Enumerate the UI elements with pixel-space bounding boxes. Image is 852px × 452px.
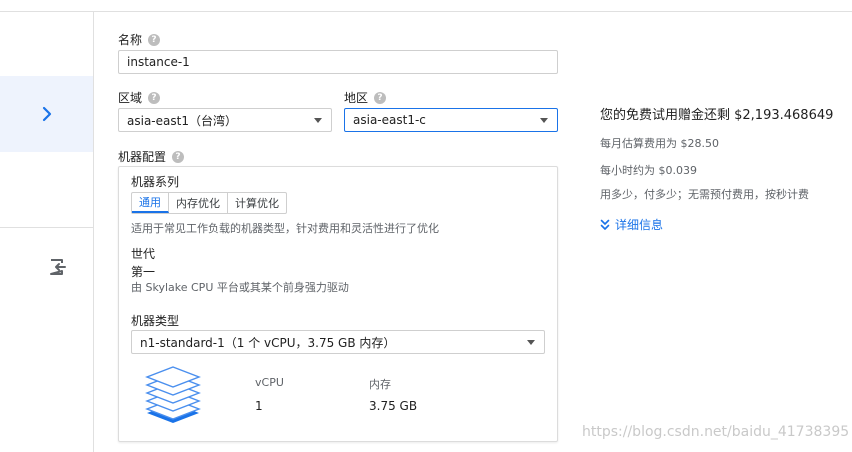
details-link[interactable]: 详细信息 <box>600 216 663 233</box>
memory-value: 3.75 GB <box>369 399 418 413</box>
machine-config-label-row: 机器配置 ? <box>118 148 185 165</box>
generation-label: 世代 <box>131 247 156 261</box>
generation-description: 由 Skylake CPU 平台或其某个前身强力驱动 <box>131 281 349 294</box>
chevron-right-icon <box>42 106 51 122</box>
zone-select[interactable]: asia-east1-c <box>344 108 558 132</box>
tab-compute-optimized[interactable]: 计算优化 <box>228 193 286 213</box>
machine-config-label: 机器配置 <box>118 150 167 164</box>
exit-button[interactable] <box>47 256 69 278</box>
expand-panel-button[interactable] <box>0 76 93 152</box>
top-divider <box>0 11 852 12</box>
machine-stack-icon <box>145 366 201 423</box>
machine-family-label: 机器系列 <box>131 175 180 189</box>
machine-type-label: 机器类型 <box>131 314 180 328</box>
help-icon[interactable]: ? <box>374 91 387 104</box>
name-input[interactable]: instance-1 <box>118 50 558 74</box>
vcpu-label: vCPU <box>255 376 284 389</box>
vcpu-value: 1 <box>255 399 263 413</box>
watermark: https://blog.csdn.net/baidu_41738395 <box>582 424 850 440</box>
region-select[interactable]: asia-east1（台湾） <box>118 108 332 132</box>
generation-value: 第一 <box>131 265 156 279</box>
help-icon[interactable]: ? <box>148 91 161 104</box>
double-chevron-down-icon <box>600 219 610 230</box>
region-label: 区域 <box>118 91 143 105</box>
zone-label: 地区 <box>344 91 369 105</box>
machine-type-value: n1-standard-1（1 个 vCPU，3.75 GB 内存） <box>140 335 396 350</box>
machine-config-card: 机器系列 通用 内存优化 计算优化 适用于常见工作负载的机器类型，针对费用和灵活… <box>118 166 558 442</box>
tab-memory-optimized[interactable]: 内存优化 <box>169 193 228 213</box>
dropdown-arrow-icon <box>527 340 535 345</box>
dropdown-arrow-icon <box>540 118 548 123</box>
exit-to-app-icon <box>50 259 66 275</box>
rail-divider <box>0 227 93 228</box>
dropdown-arrow-icon <box>314 118 322 123</box>
zone-label-row: 地区 ? <box>344 89 387 106</box>
details-link-label: 详细信息 <box>615 218 664 232</box>
monthly-estimate: 每月估算费用为 $28.50 <box>600 137 719 150</box>
zone-select-value: asia-east1-c <box>353 113 426 127</box>
name-input-value: instance-1 <box>127 55 190 69</box>
free-trial-credit: 您的免费试用赠金还剩 $2,193.468649 <box>600 108 834 123</box>
region-select-value: asia-east1（台湾） <box>127 113 237 128</box>
help-icon[interactable]: ? <box>148 33 161 46</box>
region-label-row: 区域 ? <box>118 89 161 106</box>
side-rail <box>0 12 94 452</box>
machine-family-description: 适用于常见工作负载的机器类型，针对费用和灵活性进行了优化 <box>131 222 439 235</box>
hourly-estimate: 每小时约为 $0.039 <box>600 164 697 177</box>
memory-label: 内存 <box>369 378 391 391</box>
machine-type-select[interactable]: n1-standard-1（1 个 vCPU，3.75 GB 内存） <box>131 330 545 354</box>
machine-family-tabs: 通用 内存优化 计算优化 <box>131 192 287 214</box>
help-icon[interactable]: ? <box>172 150 185 163</box>
tab-general-purpose[interactable]: 通用 <box>132 193 169 213</box>
billing-note: 用多少，付多少；无需预付费用，按秒计费 <box>600 188 809 201</box>
name-label-row: 名称 ? <box>118 31 161 48</box>
name-label: 名称 <box>118 33 143 47</box>
